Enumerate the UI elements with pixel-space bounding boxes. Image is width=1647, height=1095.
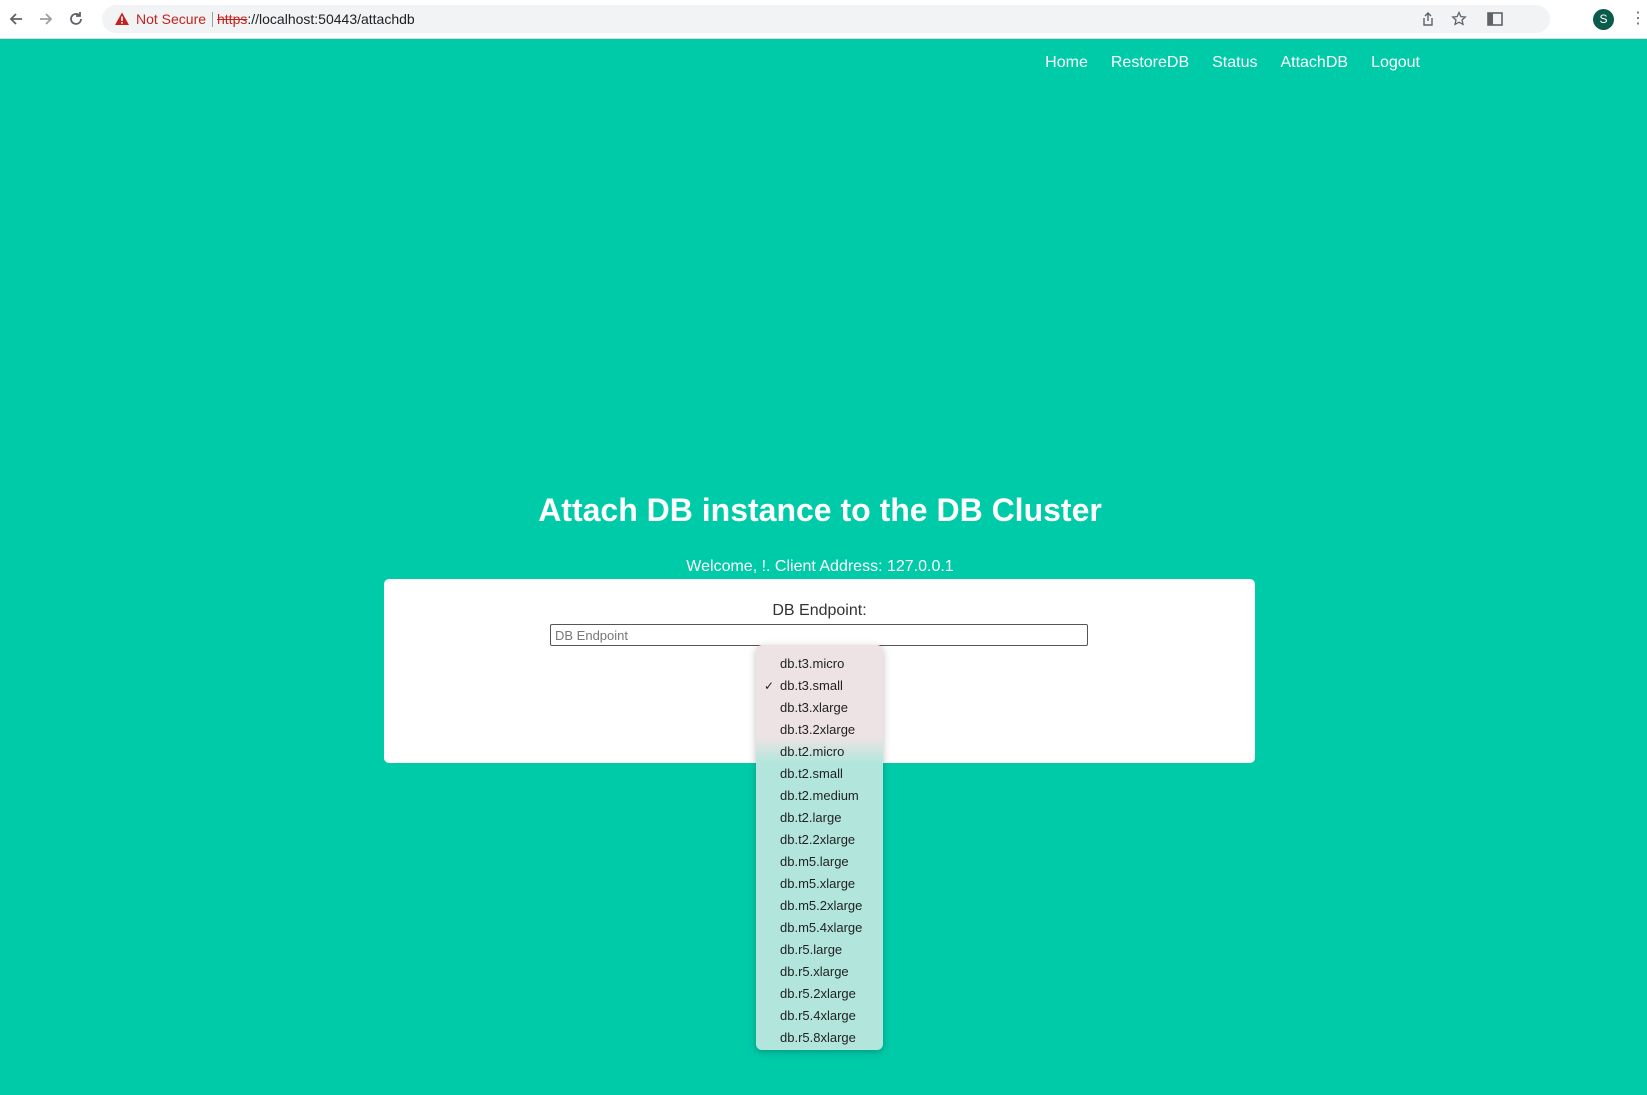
dropdown-option-label: db.t2.small — [780, 766, 843, 781]
url-path: ://localhost:50443/attachdb — [247, 11, 415, 27]
url-scheme: https — [217, 11, 248, 27]
dropdown-option-label: db.m5.4xlarge — [780, 920, 863, 935]
dropdown-option-label: db.m5.2xlarge — [780, 898, 863, 913]
main-nav: Home RestoreDB Status AttachDB Logout — [1045, 54, 1420, 72]
nav-status[interactable]: Status — [1212, 54, 1257, 72]
share-icon[interactable] — [1420, 11, 1436, 27]
nav-home[interactable]: Home — [1045, 54, 1088, 72]
dropdown-option[interactable]: db.t2.micro — [756, 741, 883, 763]
welcome-message: Welcome, !. Client Address: 127.0.0.1 — [686, 558, 954, 575]
dropdown-option[interactable]: db.r5.2xlarge — [756, 983, 883, 1005]
dropdown-option-label: db.r5.large — [780, 942, 843, 957]
browser-toolbar: Not Secure https://localhost:50443/attac… — [0, 0, 1647, 39]
dropdown-option-label: db.t2.medium — [780, 788, 859, 803]
dropdown-option-label: db.t3.small — [780, 678, 843, 693]
dropdown-option[interactable]: db.m5.xlarge — [756, 873, 883, 895]
dropdown-option-label: db.t2.micro — [780, 744, 845, 759]
dropdown-option[interactable]: db.t2.small — [756, 763, 883, 785]
security-status-label[interactable]: Not Secure — [136, 11, 206, 27]
dropdown-option[interactable]: db.r5.xlarge — [756, 961, 883, 983]
dropdown-option[interactable]: db.t2.2xlarge — [756, 829, 883, 851]
bookmark-star-icon[interactable] — [1451, 11, 1467, 27]
dropdown-option[interactable]: db.m5.2xlarge — [756, 895, 883, 917]
dropdown-option[interactable]: db.t2.medium — [756, 785, 883, 807]
dropdown-option-label: db.r5.4xlarge — [780, 1008, 856, 1023]
nav-logout[interactable]: Logout — [1371, 54, 1420, 72]
dropdown-option[interactable]: db.m5.large — [756, 851, 883, 873]
dropdown-option[interactable]: db.t3.2xlarge — [756, 719, 883, 741]
reload-icon[interactable] — [66, 9, 86, 29]
url-text[interactable]: https://localhost:50443/attachdb — [217, 11, 415, 27]
nav-restoredb[interactable]: RestoreDB — [1111, 54, 1189, 72]
checkmark-icon: ✓ — [764, 679, 775, 693]
dropdown-option[interactable]: ✓ db.t3.small — [756, 675, 883, 697]
forward-arrow-icon[interactable] — [36, 9, 56, 29]
instance-class-dropdown[interactable]: db.t3.micro ✓ db.t3.small db.t3.xlarge db.t3… — [756, 645, 883, 1050]
browser-menu-icon[interactable]: ⋮ — [1630, 10, 1646, 28]
page-title: Attach DB instance to the DB Cluster — [538, 492, 1102, 528]
dropdown-option[interactable]: db.t3.micro — [756, 653, 883, 675]
dropdown-option-label: db.t2.large — [780, 810, 842, 825]
dropdown-option[interactable]: db.r5.large — [756, 939, 883, 961]
warning-triangle-icon — [115, 12, 129, 25]
dropdown-option-label: db.t3.micro — [780, 656, 845, 671]
dropdown-option-label: db.r5.8xlarge — [780, 1030, 856, 1045]
address-bar[interactable]: Not Secure https://localhost:50443/attac… — [102, 5, 1550, 33]
nav-attachdb[interactable]: AttachDB — [1280, 54, 1348, 72]
dropdown-option-label: db.t3.2xlarge — [780, 722, 856, 737]
profile-avatar[interactable]: S — [1593, 9, 1614, 30]
dropdown-option[interactable]: db.r5.8xlarge — [756, 1027, 883, 1049]
dropdown-option-label: db.r5.xlarge — [780, 964, 849, 979]
dropdown-option-label: db.m5.xlarge — [780, 876, 856, 891]
back-arrow-icon[interactable] — [6, 9, 26, 29]
dropdown-option[interactable]: db.t3.xlarge — [756, 697, 883, 719]
endpoint-label: DB Endpoint: — [772, 602, 867, 619]
dropdown-option-label: db.m5.large — [780, 854, 849, 869]
dropdown-option[interactable]: db.r5.4xlarge — [756, 1005, 883, 1027]
dropdown-option[interactable]: db.t2.large — [756, 807, 883, 829]
dropdown-option-label: db.t2.2xlarge — [780, 832, 856, 847]
omnibox-divider — [212, 12, 213, 27]
dropdown-option-label: db.t3.xlarge — [780, 700, 848, 715]
dropdown-option[interactable]: db.m5.4xlarge — [756, 917, 883, 939]
dropdown-option-label: db.r5.2xlarge — [780, 986, 856, 1001]
side-panel-icon[interactable] — [1486, 10, 1504, 28]
endpoint-input[interactable] — [550, 624, 1088, 646]
